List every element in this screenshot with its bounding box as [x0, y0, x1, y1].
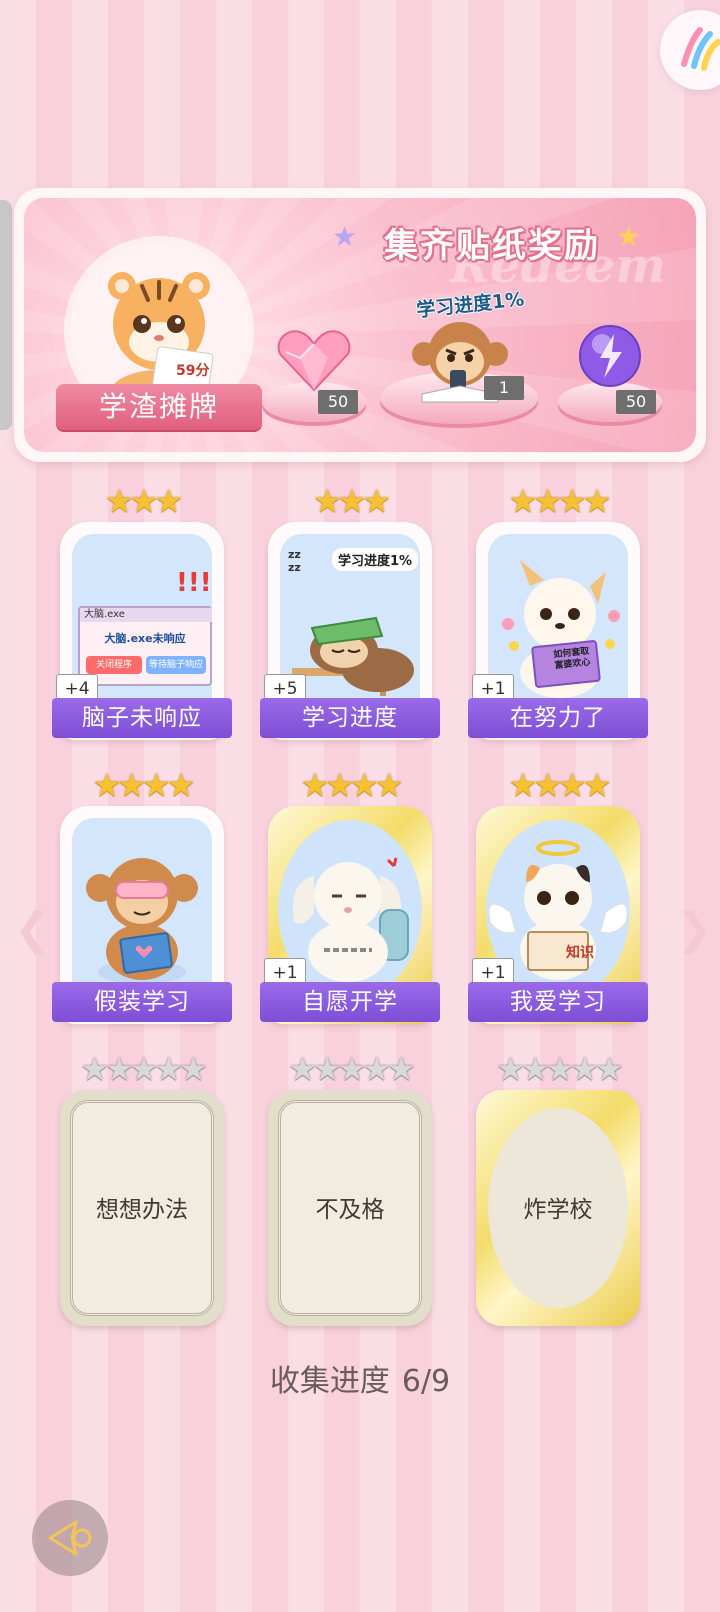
card-stars: ★★★★★	[496, 1050, 623, 1088]
reward-count: 50	[318, 390, 358, 414]
error-dialog: 大脑.exe 大脑.exe未响应 关闭程序 等待脑子响应	[78, 606, 212, 686]
previous-page-arrow-icon[interactable]: ❮	[14, 904, 51, 955]
app-logo-icon[interactable]	[660, 10, 720, 90]
card-name: 假装学习	[52, 982, 232, 1022]
main-reward-label: 学渣摊牌	[56, 384, 262, 430]
exclamation-icon: !!!	[176, 568, 212, 598]
card-stars: ★★★	[104, 482, 183, 520]
card-bubble-text: 学习进度1%	[332, 548, 419, 571]
card-name: 在努力了	[468, 698, 648, 738]
reward-item[interactable]	[576, 322, 644, 390]
purple-lightning-orb-icon	[579, 325, 641, 387]
back-arrow-icon	[48, 1520, 92, 1556]
collection-progress-value: 6/9	[401, 1364, 451, 1399]
pink-heart-gem-icon	[277, 330, 351, 392]
monkey-with-mask-icon	[86, 858, 198, 984]
sticker-card[interactable]: ★★★★ 假装学习	[52, 766, 232, 1024]
card-name: 自愿开学	[260, 982, 440, 1022]
book-title-text: 如何套取富婆欢心	[552, 646, 591, 672]
card-stars: ★★★★★	[80, 1050, 207, 1088]
dialog-title: 大脑.exe	[80, 608, 212, 622]
star-decoration-icon: ★	[616, 220, 642, 253]
locked-sticker-card[interactable]: ★★★★★ 想想办法	[60, 1050, 224, 1326]
card-stars: ★★★	[312, 482, 391, 520]
card-name: 炸学校	[523, 1197, 593, 1223]
sticker-card[interactable]: ★★★ !!! 大脑.exe 大脑.exe未响应 关闭程序 等待脑子响应 +4 …	[52, 482, 232, 740]
card-stars: ★★★★	[508, 482, 612, 520]
locked-sticker-card[interactable]: ★★★★★ 不及格	[268, 1050, 432, 1326]
reward-item[interactable]	[276, 328, 352, 394]
card-artwork	[72, 818, 212, 988]
dialog-button: 关闭程序	[86, 656, 142, 674]
card-stars: ★★★★	[92, 766, 196, 804]
sticker-card[interactable]: ★★★★ 如何套取富婆欢心 +1 在努力了	[468, 482, 648, 740]
reward-count: 50	[616, 390, 656, 414]
star-decoration-icon: ★	[332, 220, 358, 253]
card-name: 脑子未响应	[52, 698, 232, 738]
card-stars: ★★★★	[508, 766, 612, 804]
sticker-card[interactable]: ★★★ 学习进度1% zz zz +5 学习进度	[260, 482, 440, 740]
card-name: 不及格	[315, 1197, 385, 1223]
collection-progress-label: 收集进度	[269, 1364, 390, 1399]
collection-progress: 收集进度 6/9	[0, 1356, 720, 1400]
sticker-card[interactable]: ★★★★ +1 自愿开学	[260, 766, 440, 1024]
card-stars: ★★★★	[300, 766, 404, 804]
sleeping-sloth-icon	[292, 616, 414, 696]
next-page-arrow-icon[interactable]: ❯	[676, 904, 713, 955]
dialog-message: 大脑.exe未响应	[104, 632, 186, 645]
back-button[interactable]	[32, 1500, 108, 1576]
reward-banner: Redeem ★ ★ 集齐贴纸奖励 59分 学渣摊牌 50 学习进度1% 1 5…	[14, 188, 706, 462]
book-title-text: 知识	[566, 945, 594, 961]
side-drawer-handle[interactable]	[0, 200, 12, 430]
sleep-zz-icon: zz zz	[288, 548, 301, 574]
card-name: 我爱学习	[468, 982, 648, 1022]
dialog-button: 等待脑子响应	[146, 656, 206, 674]
card-name: 想想办法	[96, 1197, 188, 1223]
locked-sticker-card[interactable]: ★★★★★ 炸学校	[476, 1050, 640, 1326]
card-name: 学习进度	[260, 698, 440, 738]
sticker-card[interactable]: ★★★★ 知识 +1 我爱学习	[468, 766, 648, 1024]
paper-score-text: 59分	[176, 363, 210, 379]
banner-title: 集齐贴纸奖励	[384, 226, 600, 266]
reward-count: 1	[484, 376, 524, 400]
card-stars: ★★★★★	[288, 1050, 415, 1088]
